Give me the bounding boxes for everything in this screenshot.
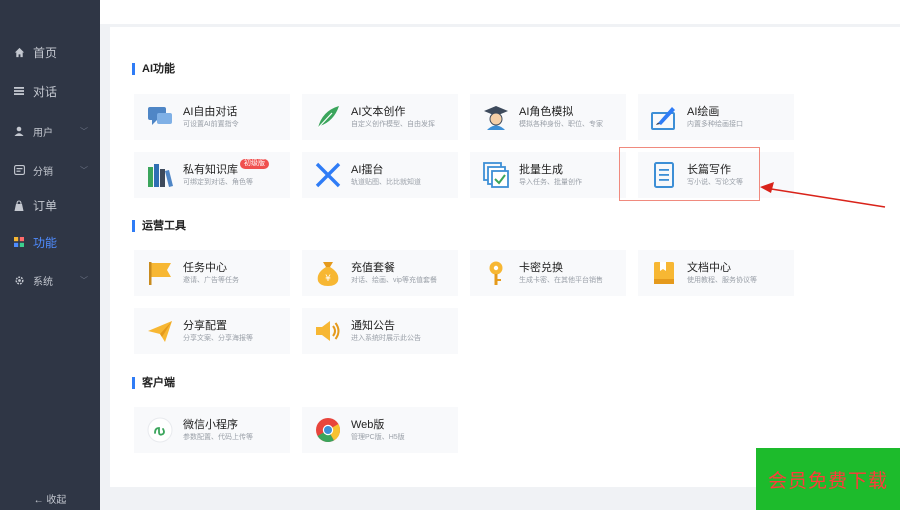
card-batch-generate[interactable]: 批量生成 导入任务、批量创作 bbox=[470, 152, 626, 198]
chevron-down-icon: ﹀ bbox=[80, 165, 88, 175]
card-desc: 模拟各种身份、职位、专家 bbox=[519, 120, 603, 128]
card-recharge-plans[interactable]: ¥ 充值套餐 对话、绘画、vip等充值套餐 bbox=[302, 250, 458, 296]
section-title-client: 客户端 bbox=[132, 377, 175, 389]
paper-plane-icon bbox=[146, 317, 174, 345]
home-icon bbox=[13, 46, 25, 58]
card-desc: 轨道贴图、比比就知道 bbox=[351, 178, 421, 186]
menu-lines-icon bbox=[13, 85, 25, 97]
paint-icon bbox=[650, 103, 678, 131]
card-desc: 分享文案、分享海报等 bbox=[183, 334, 253, 342]
sidebar-item-label: 功能 bbox=[33, 235, 58, 250]
card-name: 批量生成 bbox=[519, 163, 563, 176]
card-name: Web版 bbox=[351, 418, 385, 431]
card-desc: 导入任务、批量创作 bbox=[519, 178, 582, 186]
card-name: 微信小程序 bbox=[183, 418, 238, 431]
share-icon bbox=[13, 164, 25, 176]
sidebar-item-label: 对话 bbox=[33, 84, 58, 99]
chrome-icon bbox=[314, 416, 342, 444]
card-desc: 写小说、写论文等 bbox=[687, 178, 743, 186]
card-name: 私有知识库 bbox=[183, 163, 238, 176]
card-knowledge-base[interactable]: 私有知识库初级版 可绑定到对话、角色等 bbox=[134, 152, 290, 198]
sidebar-item-label: 分销 bbox=[33, 166, 53, 178]
sidebar-item-users[interactable]: 用户 ﹀ bbox=[0, 119, 100, 143]
document-icon bbox=[650, 161, 678, 189]
chevron-down-icon: ﹀ bbox=[80, 126, 88, 136]
card-ai-painting[interactable]: AI绘画 内置多种绘画接口 bbox=[638, 94, 794, 140]
card-name: AI自由对话 bbox=[183, 105, 238, 118]
card-desc: 对话、绘画、vip等充值套餐 bbox=[351, 276, 437, 284]
section-title-ops: 运营工具 bbox=[132, 220, 186, 232]
mini-program-icon bbox=[146, 416, 174, 444]
sidebar-item-distribution[interactable]: 分销 ﹀ bbox=[0, 158, 100, 182]
card-desc: 进入系统时展示此公告 bbox=[351, 334, 421, 342]
card-card-redeem[interactable]: 卡密兑换 生成卡密、在其他平台销售 bbox=[470, 250, 626, 296]
svg-text:¥: ¥ bbox=[325, 274, 331, 284]
card-name: AI擂台 bbox=[351, 163, 384, 176]
card-name: 充值套餐 bbox=[351, 261, 395, 274]
section-title-ai: AI功能 bbox=[132, 63, 175, 75]
flag-icon bbox=[146, 259, 174, 287]
sidebar-item-label: 系统 bbox=[33, 276, 53, 288]
card-name: 任务中心 bbox=[183, 261, 227, 274]
card-share-config[interactable]: 分享配置 分享文案、分享海报等 bbox=[134, 308, 290, 354]
card-desc: 生成卡密、在其他平台销售 bbox=[519, 276, 603, 284]
card-name: 分享配置 bbox=[183, 319, 227, 332]
swords-icon bbox=[314, 161, 342, 189]
card-name: 长篇写作 bbox=[687, 163, 731, 176]
sidebar-item-home[interactable]: 首页 bbox=[0, 40, 100, 64]
card-long-writing[interactable]: 长篇写作 写小说、写论文等 bbox=[638, 152, 794, 198]
promo-banner[interactable]: 会员免费下载 bbox=[756, 448, 900, 510]
collapse-sidebar-button[interactable]: ← 收起 bbox=[0, 491, 100, 506]
card-wechat-mini-program[interactable]: 微信小程序 参数配置、代码上传等 bbox=[134, 407, 290, 453]
card-desc: 可绑定到对话、角色等 bbox=[183, 178, 253, 186]
card-desc: 邀请、广告等任务 bbox=[183, 276, 239, 284]
card-name: AI绘画 bbox=[687, 105, 720, 118]
bag-icon bbox=[13, 199, 25, 211]
sidebar-item-features[interactable]: 功能 bbox=[0, 230, 100, 254]
money-bag-icon: ¥ bbox=[314, 259, 342, 287]
card-ai-arena[interactable]: AI擂台 轨道贴图、比比就知道 bbox=[302, 152, 458, 198]
top-bar bbox=[100, 0, 900, 24]
card-task-center[interactable]: 任务中心 邀请、广告等任务 bbox=[134, 250, 290, 296]
features-panel: AI功能 AI自由对话 可设置AI前置指令 AI文本创作 自定义创作模型、自由发… bbox=[110, 27, 900, 487]
chat-icon bbox=[146, 103, 174, 131]
card-doc-center[interactable]: 文档中心 使用教程、服务协议等 bbox=[638, 250, 794, 296]
card-name: 文档中心 bbox=[687, 261, 731, 274]
grid-icon bbox=[13, 236, 25, 248]
sidebar-item-orders[interactable]: 订单 bbox=[0, 193, 100, 217]
card-web-version[interactable]: Web版 管理PC版、H5版 bbox=[302, 407, 458, 453]
tier-badge: 初级版 bbox=[240, 158, 269, 169]
card-desc: 管理PC版、H5版 bbox=[351, 433, 405, 441]
graduate-icon bbox=[482, 103, 510, 131]
feather-icon bbox=[314, 103, 342, 131]
card-desc: 可设置AI前置指令 bbox=[183, 120, 239, 128]
sidebar-item-label: 用户 bbox=[33, 127, 53, 139]
card-name: 通知公告 bbox=[351, 319, 395, 332]
card-desc: 自定义创作模型、自由发挥 bbox=[351, 120, 435, 128]
key-icon bbox=[482, 259, 510, 287]
sidebar-item-chat[interactable]: 对话 bbox=[0, 79, 100, 103]
books-icon bbox=[146, 161, 174, 189]
card-name: AI文本创作 bbox=[351, 105, 406, 118]
sidebar-item-system[interactable]: 系统 ﹀ bbox=[0, 268, 100, 292]
batch-icon bbox=[482, 161, 510, 189]
card-ai-chat[interactable]: AI自由对话 可设置AI前置指令 bbox=[134, 94, 290, 140]
card-notice[interactable]: 通知公告 进入系统时展示此公告 bbox=[302, 308, 458, 354]
card-desc: 内置多种绘画接口 bbox=[687, 120, 743, 128]
user-icon bbox=[13, 125, 25, 137]
card-desc: 参数配置、代码上传等 bbox=[183, 433, 253, 441]
gear-icon bbox=[13, 274, 25, 286]
sidebar-item-label: 订单 bbox=[33, 198, 58, 213]
card-name: 卡密兑换 bbox=[519, 261, 563, 274]
sidebar: 首页 对话 用户 ﹀ 分销 ﹀ 订单 功能 系统 ﹀ ← 收起 bbox=[0, 0, 100, 510]
chevron-down-icon: ﹀ bbox=[80, 275, 88, 285]
card-ai-roleplay[interactable]: AI角色模拟 模拟各种身份、职位、专家 bbox=[470, 94, 626, 140]
card-ai-writing[interactable]: AI文本创作 自定义创作模型、自由发挥 bbox=[302, 94, 458, 140]
sidebar-item-label: 首页 bbox=[33, 45, 58, 60]
card-desc: 使用教程、服务协议等 bbox=[687, 276, 757, 284]
speaker-icon bbox=[314, 317, 342, 345]
card-name: AI角色模拟 bbox=[519, 105, 574, 118]
doc-center-icon bbox=[650, 259, 678, 287]
